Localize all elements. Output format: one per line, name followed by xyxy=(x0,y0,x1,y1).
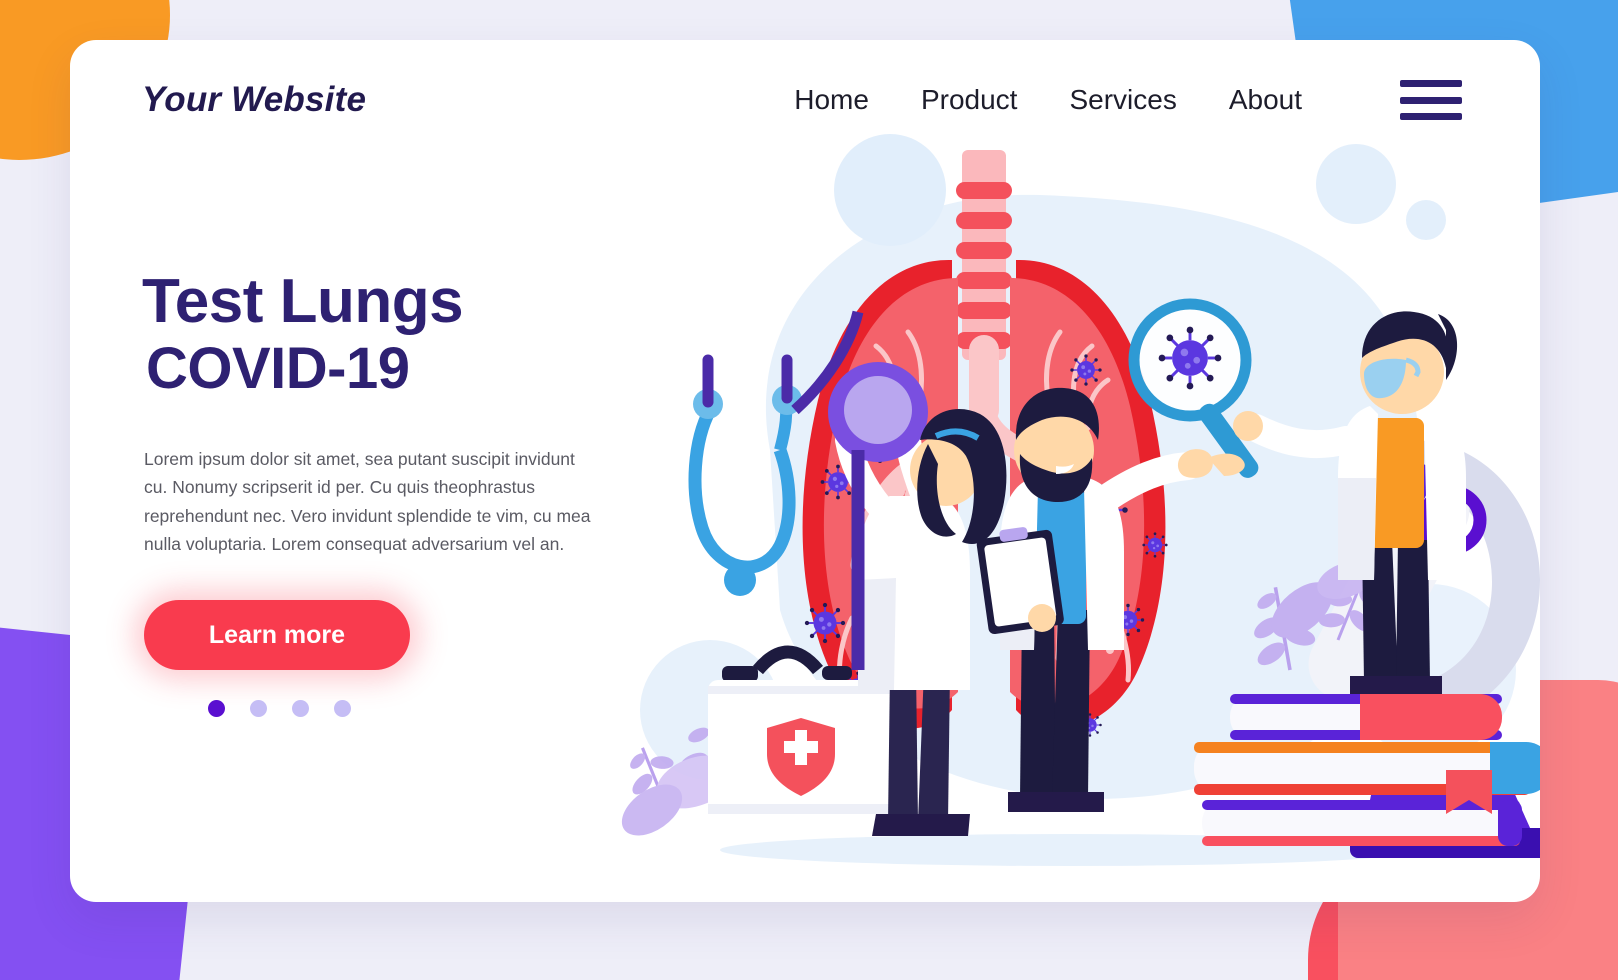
hero-text-block: Test Lungs COVID-19 Lorem ipsum dolor si… xyxy=(142,267,672,718)
hero-title-line2: COVID-19 xyxy=(146,336,410,402)
hero-title-line1: Test Lungs xyxy=(142,267,464,336)
carousel-dots xyxy=(208,700,672,718)
trachea xyxy=(956,150,1012,360)
nav-item-about[interactable]: About xyxy=(1229,84,1302,116)
carousel-dot-3[interactable] xyxy=(292,700,309,718)
carousel-dot-2[interactable] xyxy=(250,700,267,718)
hero-paragraph: Lorem ipsum dolor sit amet, sea putant s… xyxy=(144,449,591,555)
main-card: Your Website Home Product Services About… xyxy=(70,40,1540,902)
nav-item-services[interactable]: Services xyxy=(1069,84,1176,116)
covid-lungs-doctors-illustration xyxy=(590,110,1540,902)
carousel-dot-1[interactable] xyxy=(208,700,225,718)
learn-more-button[interactable]: Learn more xyxy=(144,600,410,671)
book-stack xyxy=(1194,694,1540,846)
site-logo[interactable]: Your Website xyxy=(142,80,366,120)
hamburger-bar xyxy=(1400,113,1462,120)
main-navigation: Home Product Services About xyxy=(794,80,1462,120)
page-stage: Your Website Home Product Services About… xyxy=(0,0,1618,980)
hamburger-bar xyxy=(1400,96,1462,104)
nav-item-product[interactable]: Product xyxy=(921,84,1018,116)
hamburger-menu-icon[interactable] xyxy=(1400,80,1462,120)
site-header: Your Website Home Product Services About xyxy=(70,40,1540,160)
carousel-dot-4[interactable] xyxy=(334,700,351,718)
nav-item-home[interactable]: Home xyxy=(794,84,869,116)
hamburger-bar xyxy=(1400,80,1462,87)
